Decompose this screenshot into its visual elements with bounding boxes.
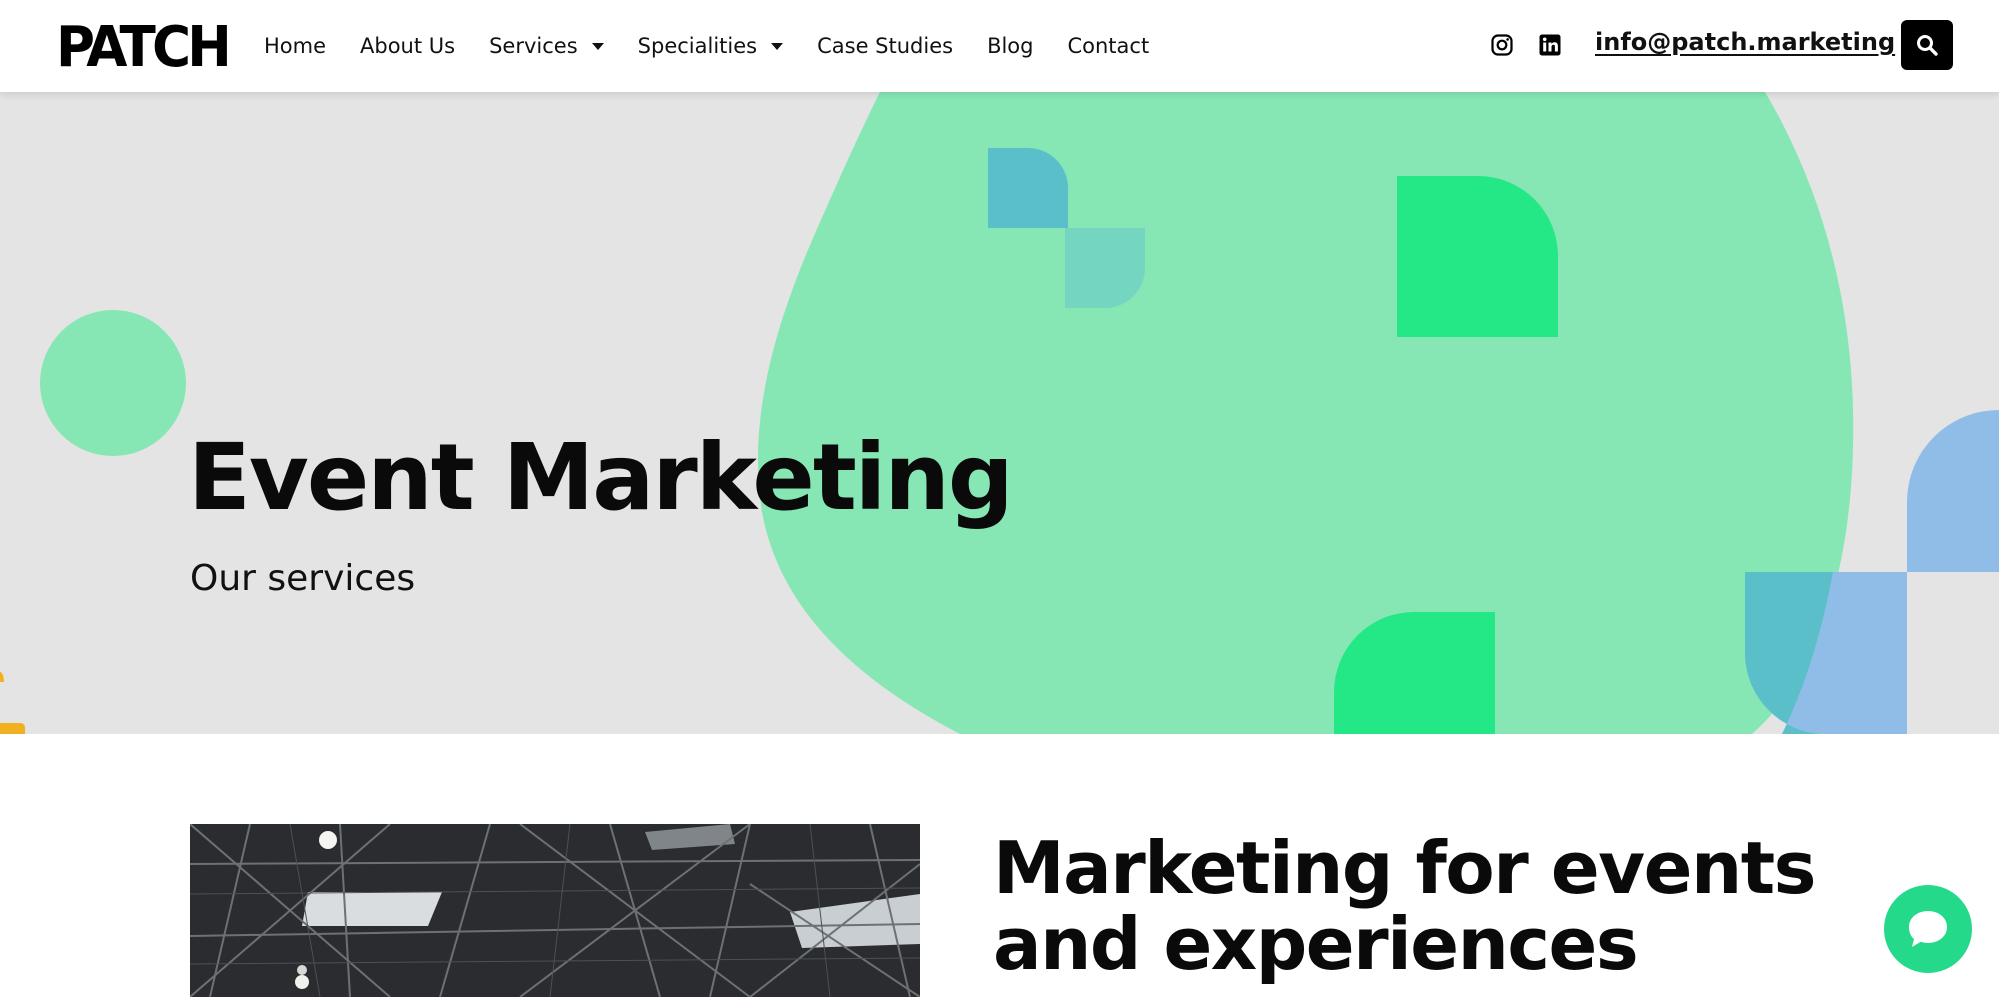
- nav-item-case-studies[interactable]: Case Studies: [817, 34, 953, 58]
- section-title: Marketing for events and experiences: [993, 826, 1816, 986]
- search-button[interactable]: [1901, 20, 1953, 70]
- hero-title: Event Marketing: [188, 424, 1014, 531]
- blue-quarter-shape: [1907, 410, 1999, 572]
- chat-bubble-icon: [1909, 911, 1947, 947]
- nav-item-about-us[interactable]: About Us: [360, 34, 455, 58]
- caret-down-icon: [771, 42, 784, 50]
- green-leaf-shape: [1397, 176, 1558, 337]
- linkedin-icon[interactable]: [1538, 33, 1562, 57]
- email-link[interactable]: info@patch.marketing: [1595, 28, 1895, 56]
- search-icon: [1917, 35, 1938, 56]
- nav-item-specialities[interactable]: Specialities: [638, 34, 784, 58]
- hero-section: Event Marketing Our services: [0, 92, 1999, 734]
- hero-decorative-shapes: [0, 92, 1999, 734]
- patch-logo[interactable]: PATCH: [56, 16, 232, 76]
- event-venue-photo: [190, 824, 920, 997]
- mint-blob-shape: [757, 92, 1854, 734]
- nav-item-contact[interactable]: Contact: [1067, 34, 1149, 58]
- nav-item-home[interactable]: Home: [264, 34, 326, 58]
- hero-subtitle: Our services: [190, 558, 416, 599]
- teal-leaf-shape: [988, 148, 1068, 228]
- yellow-shape-2: [0, 723, 25, 734]
- caret-down-icon: [591, 42, 604, 50]
- teal-leaf-shape-2: [1065, 228, 1145, 308]
- site-header: PATCH Home About Us Services Specialitie…: [0, 0, 1999, 92]
- nav-item-blog[interactable]: Blog: [987, 34, 1033, 58]
- mint-circle-shape: [40, 310, 186, 456]
- nav-item-services[interactable]: Services: [489, 34, 604, 58]
- yellow-shape: [0, 672, 4, 682]
- chat-button[interactable]: [1884, 885, 1972, 973]
- instagram-icon[interactable]: [1490, 33, 1514, 57]
- main-nav: Home About Us Services Specialities Case…: [264, 30, 1183, 62]
